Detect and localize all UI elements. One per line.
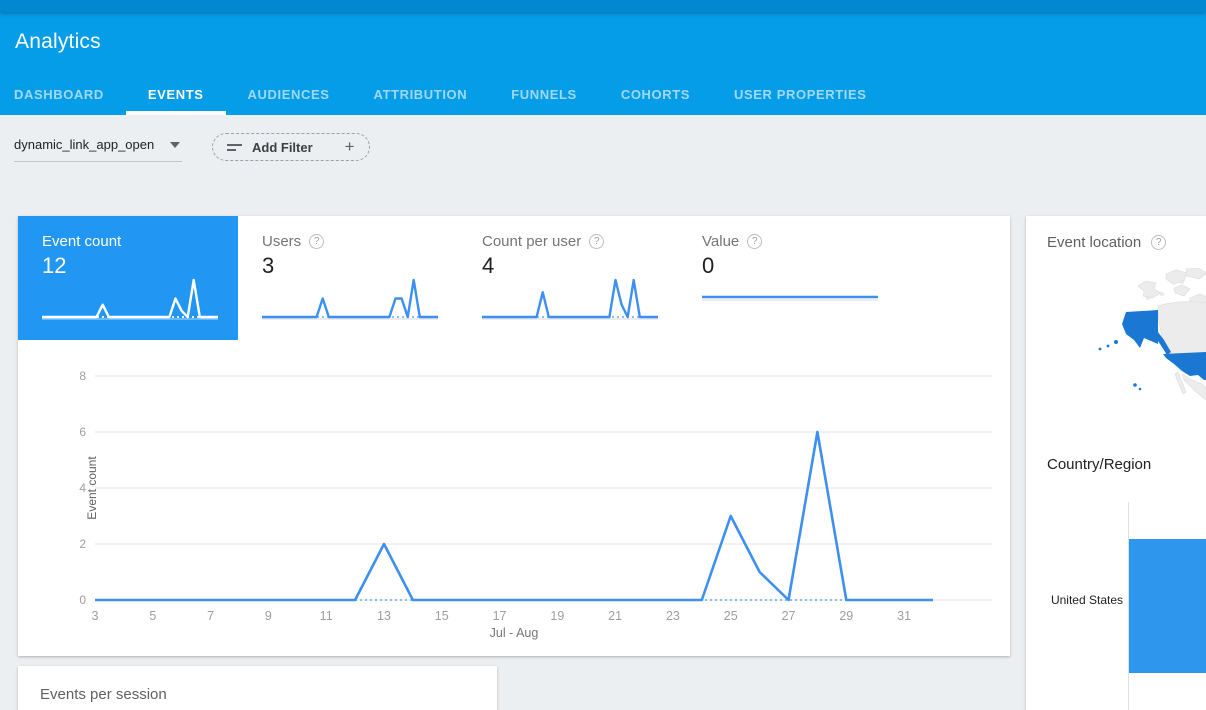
app-header: Analytics DASHBOARDEVENTSAUDIENCESATTRIB… <box>0 12 1206 115</box>
help-icon[interactable]: ? <box>589 234 604 249</box>
svg-text:2: 2 <box>79 537 86 551</box>
united-states-label: United States <box>1026 593 1123 607</box>
sparkline-chart <box>42 271 218 327</box>
tab-audiences[interactable]: AUDIENCES <box>226 78 352 115</box>
svg-text:23: 23 <box>666 609 680 623</box>
svg-text:5: 5 <box>149 609 156 623</box>
metric-sparkline <box>42 271 218 332</box>
metric-label: Value <box>702 233 739 250</box>
metric-label: Users <box>262 233 301 250</box>
svg-text:7: 7 <box>207 609 214 623</box>
metric-tab-row: Event count12Users?3Count per user?4Valu… <box>18 216 1010 340</box>
tab-user-properties[interactable]: USER PROPERTIES <box>712 78 889 115</box>
svg-text:11: 11 <box>320 609 333 623</box>
metric-tab-count-per-user[interactable]: Count per user?4 <box>458 216 678 340</box>
geo-map-north-america <box>1078 268 1206 443</box>
help-icon[interactable]: ? <box>1151 235 1166 250</box>
help-icon[interactable]: ? <box>309 234 324 249</box>
svg-text:31: 31 <box>897 609 911 623</box>
svg-text:Jul - Aug: Jul - Aug <box>490 626 539 640</box>
svg-text:25: 25 <box>724 609 738 623</box>
tab-cohorts[interactable]: COHORTS <box>599 78 712 115</box>
svg-text:21: 21 <box>608 609 622 623</box>
metric-label: Event count <box>42 233 121 250</box>
svg-text:4: 4 <box>79 481 86 495</box>
metric-tab-users[interactable]: Users?3 <box>238 216 458 340</box>
united-states-bar[interactable] <box>1129 539 1206 673</box>
svg-text:9: 9 <box>265 609 272 623</box>
event-count-line-chart: 8 6 4 2 03 5 7 9 11 13 15 17 19 21 23 25 27 29 31 Jul - Aug <box>18 360 1010 656</box>
events-chart-card: Event count12Users?3Count per user?4Valu… <box>18 216 1010 656</box>
svg-text:29: 29 <box>839 609 853 623</box>
page-title: Analytics <box>0 12 1206 54</box>
tab-dashboard[interactable]: DASHBOARD <box>0 78 126 115</box>
svg-text:8: 8 <box>79 369 86 383</box>
browser-top-strip <box>0 0 1206 12</box>
country-region-label: Country/Region <box>1047 456 1151 473</box>
events-per-session-card: Events per session <box>18 666 497 710</box>
tab-attribution[interactable]: ATTRIBUTION <box>352 78 490 115</box>
metric-sparkline <box>482 271 658 332</box>
chevron-down-icon <box>170 142 180 148</box>
sparkline-chart <box>482 271 658 327</box>
svg-text:13: 13 <box>377 609 391 623</box>
sparkline-chart <box>262 271 438 327</box>
tab-bar: DASHBOARDEVENTSAUDIENCESATTRIBUTIONFUNNE… <box>0 78 889 115</box>
svg-text:27: 27 <box>782 609 796 623</box>
svg-text:19: 19 <box>550 609 564 623</box>
sparkline-chart <box>702 271 878 327</box>
svg-text:15: 15 <box>435 609 449 623</box>
events-per-session-title: Events per session <box>18 666 497 703</box>
svg-text:17: 17 <box>493 609 507 623</box>
tab-funnels[interactable]: FUNNELS <box>489 78 599 115</box>
metric-tab-value[interactable]: Value?0 <box>678 216 898 340</box>
filter-bar: dynamic_link_app_open Add Filter + <box>0 115 1206 185</box>
svg-text:3: 3 <box>92 609 99 623</box>
event-selector-value: dynamic_link_app_open <box>14 137 154 152</box>
metric-label: Count per user <box>482 233 581 250</box>
help-icon[interactable]: ? <box>747 234 762 249</box>
add-filter-button[interactable]: Add Filter + <box>212 133 370 161</box>
event-selector-dropdown[interactable]: dynamic_link_app_open <box>14 137 182 162</box>
event-location-title-row: Event location ? <box>1047 234 1166 251</box>
svg-text:6: 6 <box>79 425 86 439</box>
event-location-card: Event location ? <box>1026 216 1206 710</box>
firebase-analytics-page: { "header": { "app_title": "Analytics", … <box>0 0 1206 710</box>
metric-sparkline <box>702 271 878 332</box>
metric-sparkline <box>262 271 438 332</box>
plus-icon: + <box>345 137 355 157</box>
add-filter-label: Add Filter <box>252 140 313 155</box>
svg-text:0: 0 <box>79 593 86 607</box>
event-location-title: Event location <box>1047 234 1141 251</box>
filter-icon <box>227 141 242 154</box>
tab-events[interactable]: EVENTS <box>126 78 226 115</box>
metric-tab-event-count[interactable]: Event count12 <box>18 216 238 340</box>
